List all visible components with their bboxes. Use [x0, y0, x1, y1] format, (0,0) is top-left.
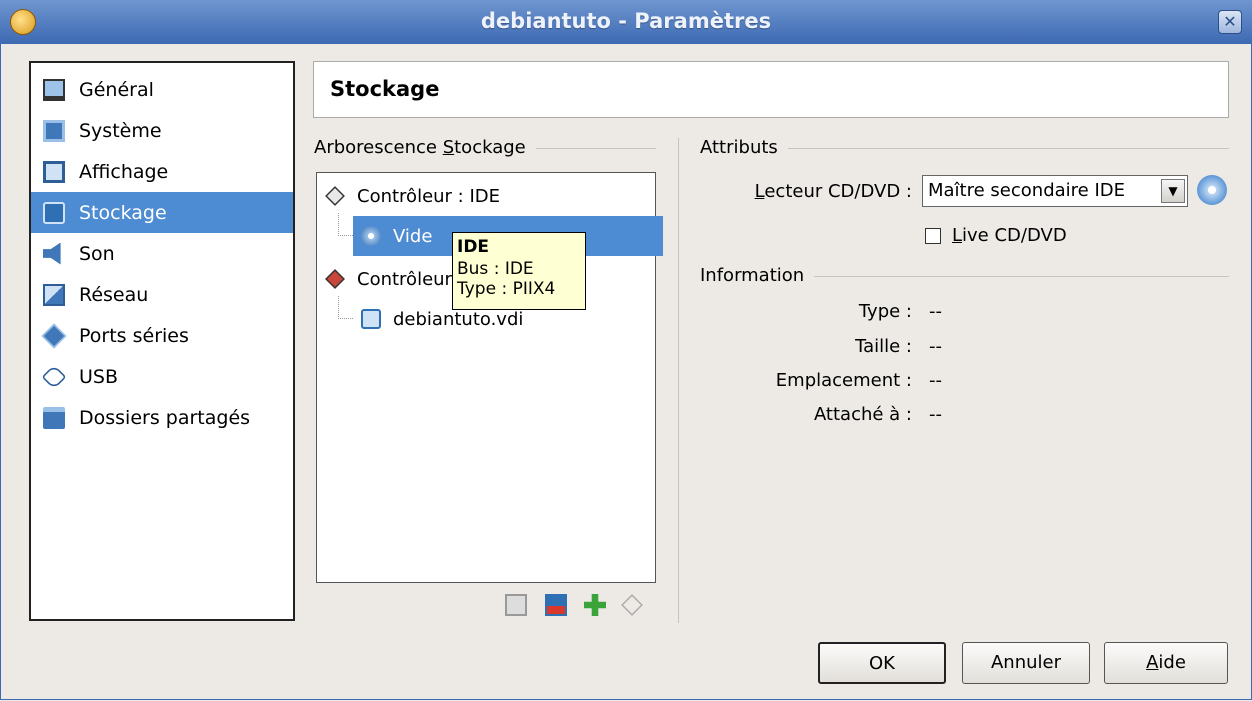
live-cd-checkbox[interactable] [925, 228, 941, 244]
chevron-down-icon[interactable]: ▼ [1161, 179, 1185, 203]
sidebar-item-display[interactable]: Affichage [31, 151, 293, 192]
chip-icon [43, 119, 65, 142]
storage-tree-label: Arborescence Stockage [314, 137, 536, 158]
pane-separator [678, 138, 679, 623]
remove-attachment-icon[interactable] [545, 594, 567, 616]
page-title: Stockage [330, 77, 440, 101]
tooltip-title: IDE [457, 237, 490, 257]
serial-port-icon [41, 323, 67, 348]
ide-controller-icon [325, 186, 345, 206]
sidebar-item-serial-ports[interactable]: Ports séries [31, 315, 293, 356]
info-label-attached-to: Attaché à : [813, 404, 912, 425]
sidebar-item-label: Réseau [79, 283, 149, 306]
cancel-button[interactable]: Annuler [962, 642, 1090, 684]
tree-item-label: Vide [393, 225, 433, 247]
info-label-size: Taille : [855, 336, 912, 357]
sidebar-item-network[interactable]: Réseau [31, 274, 293, 315]
sidebar-item-label: Dossiers partagés [79, 406, 251, 429]
tooltip-bus: Bus : IDE [457, 259, 534, 279]
tooltip-type: Type : PIIX4 [457, 279, 556, 299]
info-value-location: -- [929, 370, 942, 391]
tree-item-ide-controller[interactable]: Contrôleur : IDE [317, 176, 663, 216]
page-title-box: Stockage [313, 61, 1229, 118]
tree-branch-line [338, 296, 353, 319]
hard-disk-icon [361, 309, 381, 329]
settings-sidebar: Général Système Affichage Stockage Son R… [29, 61, 295, 621]
sidebar-item-usb[interactable]: USB [31, 356, 293, 397]
window-title: debiantuto - Paramètres [480, 9, 772, 33]
info-value-size: -- [929, 336, 942, 357]
controller-tooltip: IDE Bus : IDE Type : PIIX4 [452, 232, 586, 310]
hard-disk-icon [43, 201, 65, 224]
sidebar-item-general[interactable]: Général [31, 69, 293, 110]
tree-item-label: Contrôleur : IDE [357, 185, 500, 207]
network-icon [43, 283, 65, 306]
sidebar-item-system[interactable]: Système [31, 110, 293, 151]
cd-drive-select-value: Maître secondaire IDE [928, 180, 1125, 201]
sidebar-item-sound[interactable]: Son [31, 233, 293, 274]
info-value-type: -- [929, 301, 942, 322]
sidebar-item-label: Affichage [79, 160, 169, 183]
live-cd-label[interactable]: Live CD/DVD [952, 225, 1067, 246]
cd-drive-select[interactable]: Maître secondaire IDE ▼ [922, 175, 1188, 207]
add-attachment-icon[interactable] [505, 594, 527, 616]
display-icon [43, 160, 65, 183]
folder-icon [43, 406, 65, 429]
info-value-attached-to: -- [929, 404, 942, 425]
sidebar-item-shared-folders[interactable]: Dossiers partagés [31, 397, 293, 438]
help-button[interactable]: Aide [1104, 642, 1228, 684]
close-window-button[interactable]: ✕ [1218, 10, 1242, 34]
ok-button[interactable]: OK [818, 642, 946, 684]
information-label: Information [700, 265, 815, 286]
title-bar[interactable]: debiantuto - Paramètres ✕ [0, 0, 1252, 44]
monitor-icon [43, 78, 65, 101]
usb-icon [41, 364, 67, 389]
cd-icon [361, 226, 381, 246]
choose-disk-button[interactable] [1197, 175, 1227, 205]
tree-branch-line [338, 213, 353, 236]
sidebar-item-label: Ports séries [79, 324, 189, 347]
sata-controller-icon [325, 269, 345, 289]
sidebar-item-storage[interactable]: Stockage [31, 192, 293, 233]
sidebar-item-label: Système [79, 119, 162, 142]
sidebar-item-label: Stockage [79, 201, 167, 224]
speaker-icon [43, 242, 61, 265]
sidebar-item-label: Général [79, 78, 154, 101]
attributes-label: Attributs [700, 137, 788, 158]
cd-drive-label: Lecteur CD/DVD : [754, 181, 912, 202]
info-label-location: Emplacement : [775, 370, 912, 391]
tree-item-label: debiantuto.vdi [393, 308, 524, 330]
sidebar-item-label: USB [79, 365, 119, 388]
sidebar-item-label: Son [79, 242, 115, 265]
info-label-type: Type : [858, 301, 912, 322]
